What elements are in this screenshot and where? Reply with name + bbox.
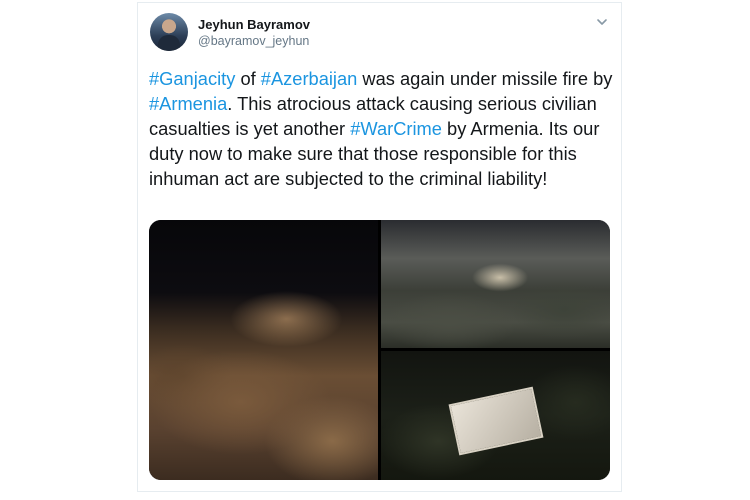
chevron-down-icon[interactable] [595,15,609,29]
tweet-card: Jeyhun Bayramov @bayramov_jeyhun #Ganjac… [137,2,622,492]
hashtag-link[interactable]: #WarCrime [350,118,442,139]
hashtag-link[interactable]: #Armenia [149,93,227,114]
author-display-name[interactable]: Jeyhun Bayramov [198,17,310,32]
media-photo-rubble-night[interactable] [149,220,378,480]
portrait-frame [448,386,544,456]
hashtag-link[interactable]: #Ganjacity [149,68,235,89]
chevron-down-icon-glyph [597,19,607,25]
tweet-text-segment: of [235,68,261,89]
avatar[interactable] [150,13,188,51]
media-photo-rescue-workers[interactable] [381,220,610,348]
author-handle[interactable]: @bayramov_jeyhun [198,34,309,48]
media-photo-family-portrait[interactable] [381,351,610,480]
tweet-text: #Ganjacity of #Azerbaijan was again unde… [149,66,614,191]
tweet-text-segment: was again under missile fire by [357,68,613,89]
hashtag-link[interactable]: #Azerbaijan [261,68,358,89]
tweet-media-grid [149,220,610,480]
